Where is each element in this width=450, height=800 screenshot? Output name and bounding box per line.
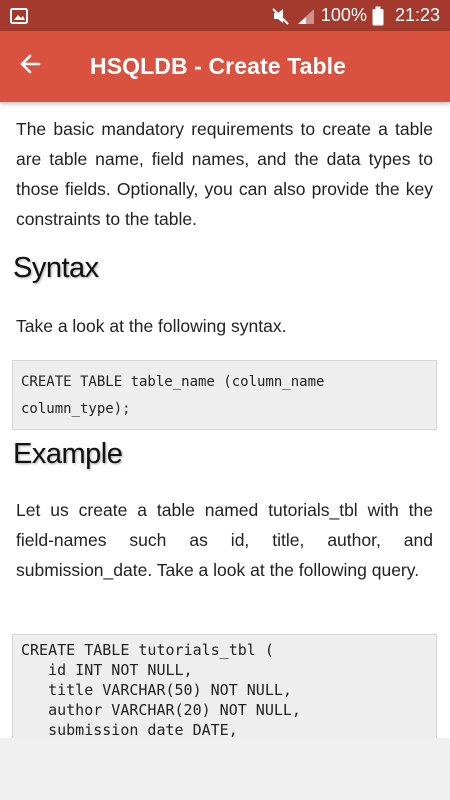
code-line: title VARCHAR(50) NOT NULL,	[21, 681, 292, 699]
status-time: 21:23	[394, 5, 440, 25]
code-line: author VARCHAR(20) NOT NULL,	[21, 701, 301, 719]
battery-icon	[372, 6, 384, 26]
example-heading: Example	[13, 438, 123, 470]
code-line: column_type);	[21, 401, 131, 417]
syntax-code-block[interactable]: CREATE TABLE table_name (column_name col…	[12, 360, 437, 430]
code-line: CREATE TABLE table_name (column_name	[21, 374, 325, 390]
arrow-left-icon	[19, 53, 41, 80]
code-line: submission_date DATE,	[21, 721, 238, 738]
bottom-area	[0, 738, 450, 800]
signal-icon	[296, 7, 316, 25]
example-code-block[interactable]: CREATE TABLE tutorials_tbl ( id INT NOT …	[12, 634, 437, 738]
intro-paragraph: The basic mandatory requirements to crea…	[16, 119, 433, 229]
page-title: HSQLDB - Create Table	[90, 53, 346, 79]
back-button[interactable]	[0, 31, 60, 102]
status-bar: 100% 21:23	[0, 0, 450, 31]
gallery-icon	[10, 7, 28, 24]
mute-icon	[271, 7, 291, 25]
battery-percent: 100%	[320, 5, 367, 25]
syntax-heading: Syntax	[13, 252, 99, 284]
code-line: CREATE TABLE tutorials_tbl (	[21, 641, 274, 659]
syntax-paragraph: Take a look at the following syntax.	[16, 316, 287, 336]
article-content[interactable]: The basic mandatory requirements to crea…	[0, 102, 450, 738]
app-bar: HSQLDB - Create Table	[0, 31, 450, 102]
example-paragraph: Let us create a table named tutorials_tb…	[16, 500, 433, 580]
code-line: id INT NOT NULL,	[21, 661, 193, 679]
